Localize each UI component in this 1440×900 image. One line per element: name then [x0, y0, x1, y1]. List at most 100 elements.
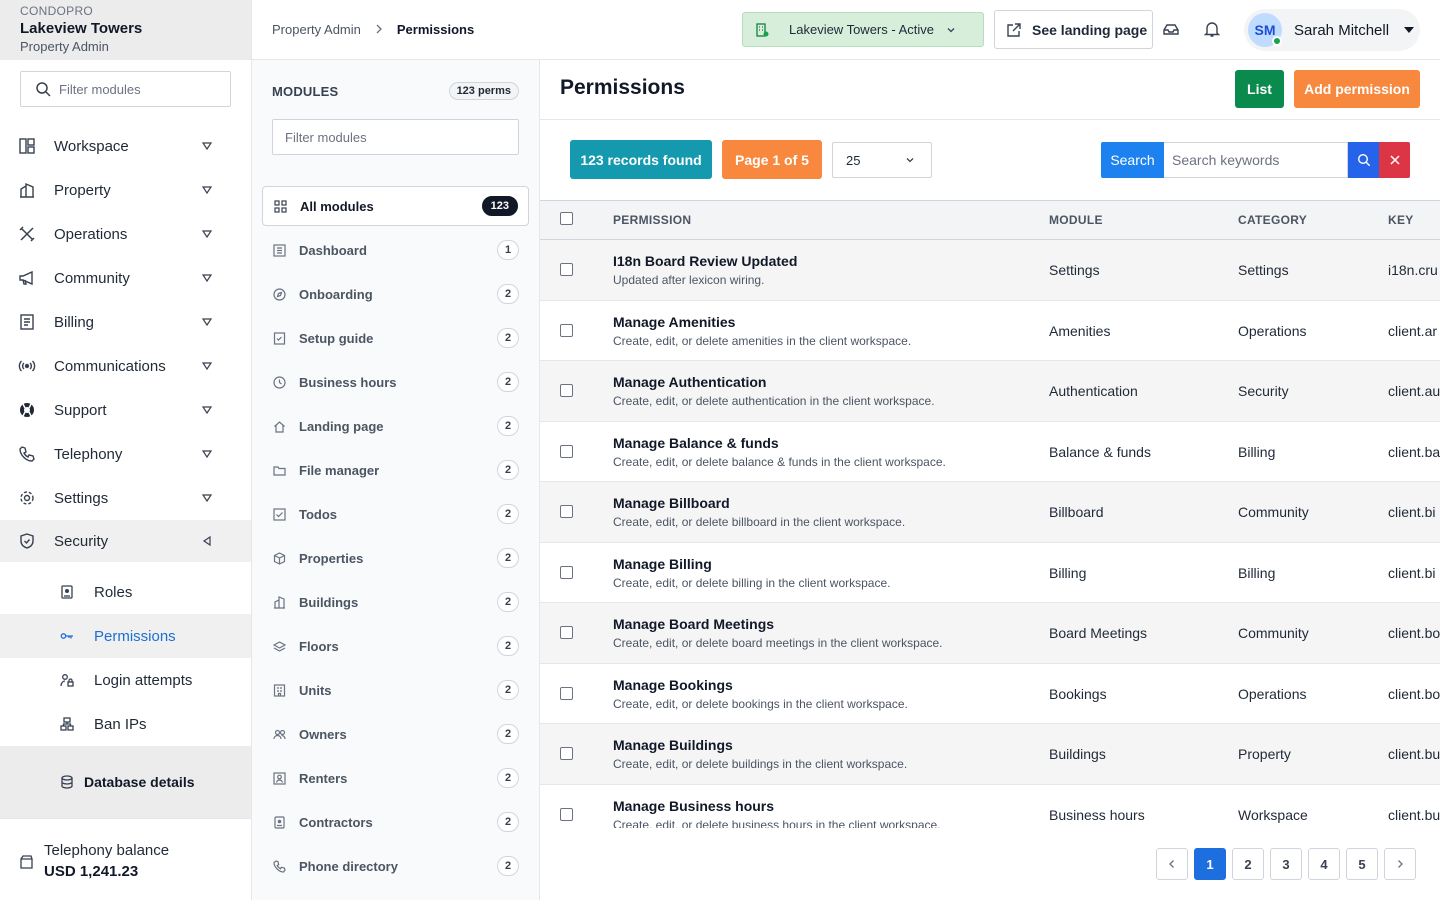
database-details-button[interactable]: Database details	[0, 746, 251, 818]
row-checkbox[interactable]	[560, 807, 573, 821]
module-item-dashboard[interactable]: Dashboard 1	[262, 228, 529, 272]
table-row[interactable]: Manage Board Meetings Create, edit, or de…	[540, 603, 1440, 664]
permission-name[interactable]: I18n Board Review Updated	[613, 253, 797, 269]
breadcrumb-root[interactable]: Property Admin	[272, 22, 361, 37]
permission-name[interactable]: Manage Bookings	[613, 677, 733, 693]
bell-icon[interactable]	[1203, 20, 1221, 38]
permission-key: client.ar	[1388, 322, 1438, 339]
table-row[interactable]: Manage Business hours Create, edit, or de…	[540, 784, 1440, 828]
module-item-units[interactable]: Units 2	[262, 668, 529, 712]
search-group: Search	[1101, 142, 1410, 178]
telephony-balance: Telephony balance USD 1,241.23	[0, 818, 251, 900]
table-row[interactable]: Manage Balance & funds Create, edit, or d…	[540, 421, 1440, 482]
table-row[interactable]: Manage Billboard Create, edit, or delete …	[540, 482, 1440, 543]
table-row[interactable]: Manage Billing Create, edit, or delete bi…	[540, 542, 1440, 603]
permission-name[interactable]: Manage Balance & funds	[613, 435, 779, 451]
search-button[interactable]	[1348, 142, 1379, 178]
building-status-icon	[755, 22, 769, 37]
chevron-left-icon	[1167, 859, 1177, 869]
column-header-category[interactable]: CATEGORY	[1238, 213, 1307, 227]
sidebar-item-roles[interactable]: Roles	[0, 570, 251, 614]
sidebar-item-support[interactable]: Support	[0, 388, 251, 432]
module-item-renters[interactable]: Renters 2	[262, 756, 529, 800]
module-item-all[interactable]: All modules 123	[262, 186, 529, 226]
page-button-3[interactable]: 3	[1270, 848, 1302, 880]
module-item-phone-directory[interactable]: Phone directory 2	[262, 844, 529, 888]
sidebar-item-telephony[interactable]: Telephony	[0, 432, 251, 476]
column-header-permission[interactable]: PERMISSION	[613, 213, 691, 227]
permission-name[interactable]: Manage Board Meetings	[613, 616, 774, 632]
permission-name[interactable]: Manage Business hours	[613, 798, 774, 814]
module-item-owners[interactable]: Owners 2	[262, 712, 529, 756]
sidebar-item-permissions[interactable]: Permissions	[0, 614, 251, 658]
module-item-file-manager[interactable]: File manager 2	[262, 448, 529, 492]
module-item-floors[interactable]: Floors 2	[262, 624, 529, 668]
page-button-2[interactable]: 2	[1232, 848, 1264, 880]
row-checkbox[interactable]	[560, 626, 573, 639]
permission-name[interactable]: Manage Authentication	[613, 374, 767, 390]
row-checkbox[interactable]	[560, 323, 573, 337]
search-input[interactable]	[1164, 142, 1348, 178]
module-item-setup-guide[interactable]: Setup guide 2	[262, 316, 529, 360]
sidebar-item-property[interactable]: Property	[0, 168, 251, 212]
permission-name[interactable]: Manage Billboard	[613, 495, 730, 511]
module-item-todos[interactable]: Todos 2	[262, 492, 529, 536]
table-row[interactable]: Manage Amenities Create, edit, or delete …	[540, 300, 1440, 361]
table-row[interactable]: I18n Board Review Updated Updated after l…	[540, 240, 1440, 301]
table-row[interactable]: Manage Buildings Create, edit, or delete …	[540, 724, 1440, 785]
sidebar-item-operations[interactable]: Operations	[0, 212, 251, 256]
row-checkbox[interactable]	[560, 686, 573, 700]
module-item-business-hours[interactable]: Business hours 2	[262, 360, 529, 404]
clear-search-button[interactable]	[1379, 142, 1410, 178]
permission-name[interactable]: Manage Billing	[613, 556, 712, 572]
module-item-properties[interactable]: Properties 2	[262, 536, 529, 580]
modules-filter[interactable]	[272, 119, 519, 155]
permission-key: client.bi	[1388, 504, 1436, 520]
next-page-button[interactable]	[1384, 848, 1416, 880]
modules-filter-input[interactable]	[285, 129, 505, 145]
sidebar-item-login-attempts[interactable]: Login attempts	[0, 658, 251, 702]
permission-name[interactable]: Manage Amenities	[613, 314, 735, 330]
row-checkbox[interactable]	[560, 384, 573, 397]
per-page-select[interactable]: 25	[832, 142, 932, 178]
user-menu[interactable]: SM Sarah Mitchell	[1244, 9, 1420, 51]
table-row[interactable]: Manage Authentication Create, edit, or de…	[540, 361, 1440, 422]
module-item-buildings[interactable]: Buildings 2	[262, 580, 529, 624]
module-item-contractors[interactable]: Contractors 2	[262, 800, 529, 844]
select-all-checkbox[interactable]	[560, 212, 573, 225]
sidebar-item-settings[interactable]: Settings	[0, 476, 251, 520]
module-item-landing-page[interactable]: Landing page 2	[262, 404, 529, 448]
row-checkbox[interactable]	[560, 263, 573, 276]
sidebar-item-workspace[interactable]: Workspace	[0, 124, 251, 168]
sidebar-filter-input[interactable]	[59, 81, 209, 97]
row-checkbox[interactable]	[560, 565, 573, 579]
wallet-icon	[20, 855, 34, 869]
permission-name[interactable]: Manage Buildings	[613, 737, 733, 753]
prev-page-button[interactable]	[1156, 848, 1188, 880]
row-checkbox[interactable]	[560, 505, 573, 518]
row-checkbox[interactable]	[560, 444, 573, 458]
dashboard-icon	[273, 243, 286, 257]
see-landing-page-button[interactable]: See landing page	[994, 10, 1153, 49]
page-button-1[interactable]: 1	[1194, 848, 1226, 880]
sidebar-item-label: Telephony	[54, 445, 123, 463]
column-header-key[interactable]: KEY	[1388, 213, 1414, 227]
row-checkbox[interactable]	[560, 747, 573, 760]
sidebar-item-security[interactable]: Security	[0, 520, 251, 562]
module-item-onboarding[interactable]: Onboarding 2	[262, 272, 529, 316]
property-selector[interactable]: Lakeview Towers - Active	[742, 12, 984, 47]
sidebar-item-billing[interactable]: Billing	[0, 300, 251, 344]
add-permission-button[interactable]: Add permission	[1294, 70, 1420, 108]
sidebar-filter[interactable]	[20, 71, 231, 107]
sidebar-item-community[interactable]: Community	[0, 256, 251, 300]
inbox-icon[interactable]	[1162, 20, 1180, 38]
sidebar-item-communications[interactable]: Communications	[0, 344, 251, 388]
home-icon	[273, 420, 286, 433]
column-header-module[interactable]: MODULE	[1049, 213, 1103, 227]
list-button[interactable]: List	[1235, 70, 1284, 108]
table-row[interactable]: Manage Bookings Create, edit, or delete b…	[540, 663, 1440, 724]
page-button-5[interactable]: 5	[1346, 848, 1378, 880]
permission-key: i18n.cru	[1388, 262, 1438, 278]
page-button-4[interactable]: 4	[1308, 848, 1340, 880]
sidebar-item-ban-ips[interactable]: Ban IPs	[0, 702, 251, 746]
